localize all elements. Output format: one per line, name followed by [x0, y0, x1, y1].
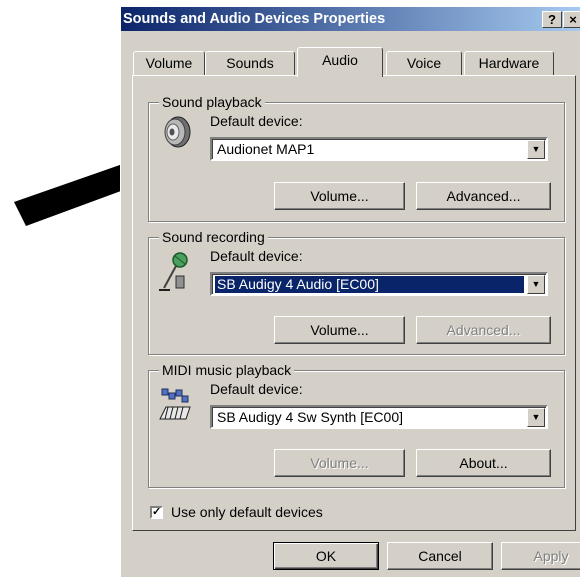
selected-value: SB Audigy 4 Audio [EC00] — [215, 276, 524, 293]
tab-volume[interactable]: Volume — [133, 51, 205, 75]
playback-advanced-button[interactable]: Advanced... — [416, 182, 551, 210]
midi-keyboard-icon — [159, 388, 191, 420]
midi-device-select[interactable]: SB Audigy 4 Sw Synth [EC00] ▼ — [210, 405, 548, 429]
audio-tab-panel: Sound playback Default device: Audionet … — [132, 75, 576, 531]
help-button[interactable]: ? — [542, 11, 562, 28]
microphone-icon — [159, 252, 188, 291]
properties-dialog: Sounds and Audio Devices Properties ? × … — [120, 6, 580, 577]
selected-value: Audionet MAP1 — [217, 141, 315, 157]
sound-recording-group: Sound recording Default device: SB Audig… — [148, 228, 565, 355]
chevron-down-icon[interactable]: ▼ — [527, 140, 545, 159]
recording-device-select[interactable]: SB Audigy 4 Audio [EC00] ▼ — [210, 272, 548, 296]
tab-hardware[interactable]: Hardware — [464, 51, 554, 75]
chevron-down-icon[interactable]: ▼ — [527, 275, 545, 294]
tab-sounds[interactable]: Sounds — [205, 51, 295, 75]
playback-device-select[interactable]: Audionet MAP1 ▼ — [210, 137, 548, 161]
default-device-label: Default device: — [210, 248, 303, 264]
group-title: Sound recording — [159, 228, 268, 246]
midi-playback-group: MIDI music playback Default device: SB A… — [148, 361, 565, 488]
default-device-label: Default device: — [210, 113, 303, 129]
tab-voice[interactable]: Voice — [386, 51, 462, 75]
group-title: MIDI music playback — [159, 361, 295, 379]
apply-button[interactable]: Apply — [501, 542, 580, 570]
chevron-down-icon[interactable]: ▼ — [527, 408, 545, 427]
use-default-devices-checkbox[interactable]: ✓ — [150, 506, 163, 519]
midi-about-button[interactable]: About... — [416, 449, 551, 477]
midi-volume-button[interactable]: Volume... — [274, 449, 405, 477]
tab-strip: Volume Sounds Audio Voice Hardware — [121, 31, 580, 77]
tab-audio[interactable]: Audio — [297, 47, 383, 77]
cancel-button[interactable]: Cancel — [387, 542, 493, 570]
title-bar[interactable]: Sounds and Audio Devices Properties ? × — [121, 7, 580, 31]
group-title: Sound playback — [159, 93, 265, 111]
speaker-icon — [164, 116, 191, 148]
use-default-devices-label: Use only default devices — [171, 504, 323, 520]
recording-volume-button[interactable]: Volume... — [274, 316, 405, 344]
window-title: Sounds and Audio Devices Properties — [123, 11, 386, 27]
selected-value: SB Audigy 4 Sw Synth [EC00] — [217, 409, 403, 425]
close-button[interactable]: × — [563, 11, 580, 28]
recording-advanced-button[interactable]: Advanced... — [416, 316, 551, 344]
sound-playback-group: Sound playback Default device: Audionet … — [148, 93, 565, 222]
playback-volume-button[interactable]: Volume... — [274, 182, 405, 210]
default-device-label: Default device: — [210, 381, 303, 397]
ok-button[interactable]: OK — [273, 542, 379, 570]
